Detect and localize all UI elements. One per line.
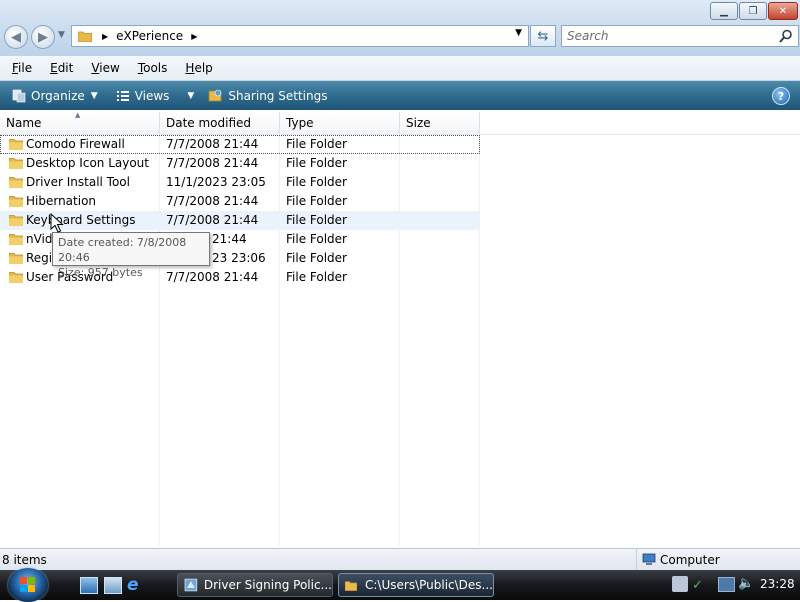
file-tooltip: Date created: 7/8/2008 20:46 Size: 957 b… xyxy=(52,232,210,279)
folder-icon xyxy=(345,580,357,591)
taskbar-task-driver-signing[interactable]: Driver Signing Polic... xyxy=(177,573,333,597)
mouse-cursor-icon xyxy=(50,213,64,233)
address-bar[interactable]: ▶ eXPerience ▶ ▼ xyxy=(71,25,529,47)
menu-file[interactable]: File xyxy=(6,58,38,78)
minimize-button[interactable]: ▁ xyxy=(710,2,738,20)
menu-edit[interactable]: Edit xyxy=(44,58,79,78)
sharing-settings-button[interactable]: Sharing Settings xyxy=(206,85,329,107)
search-icon[interactable] xyxy=(779,29,793,43)
folder-icon xyxy=(9,253,23,264)
organize-icon xyxy=(12,89,26,102)
address-dropdown-icon[interactable]: ▼ xyxy=(515,28,522,38)
command-bar: Organize ▼ Views ▼ Sharing Settings ? xyxy=(0,81,800,110)
file-row-keyboard-settings[interactable]: Keyboard Settings 7/7/2008 21:44 File Fo… xyxy=(0,211,480,230)
maximize-button[interactable]: ❐ xyxy=(739,2,767,20)
chevron-down-icon: ▼ xyxy=(187,90,195,101)
folder-icon xyxy=(9,177,23,188)
tooltip-size: Size: 957 bytes xyxy=(58,266,143,279)
clock[interactable]: 23:28 xyxy=(760,577,795,591)
zone-label: Computer xyxy=(660,553,720,567)
folder-icon xyxy=(9,234,23,245)
title-bar: ▁ ❐ ✕ ◀ ▶ ▼ ▶ eXPerience ▶ ▼ ⇆ xyxy=(0,0,800,56)
organize-button[interactable]: Organize ▼ xyxy=(10,85,100,107)
menu-help[interactable]: Help xyxy=(179,58,218,78)
maximize-icon: ❐ xyxy=(748,5,758,17)
chevron-down-icon: ▼ xyxy=(90,90,98,101)
folder-icon xyxy=(78,31,92,42)
menu-tools[interactable]: Tools xyxy=(132,58,174,78)
windows-logo-icon xyxy=(20,577,35,592)
breadcrumb-experience[interactable]: eXPerience xyxy=(116,29,183,43)
sort-ascending-icon: ▲ xyxy=(75,111,81,119)
breadcrumb-separator-icon[interactable]: ▶ xyxy=(102,32,108,41)
tooltip-date-created: Date created: 7/8/2008 20:46 xyxy=(58,236,187,264)
recent-pages-dropdown[interactable]: ▼ xyxy=(58,30,65,40)
chevron-down-icon: ▼ xyxy=(58,30,65,40)
help-icon[interactable]: ? xyxy=(772,87,790,105)
column-header-date-modified[interactable]: Date modified xyxy=(160,112,280,134)
taskbar-task-explorer[interactable]: C:\Users\Public\Des... xyxy=(338,573,494,597)
views-icon xyxy=(116,90,129,101)
minimize-icon: ▁ xyxy=(720,5,728,17)
internet-explorer-icon[interactable]: e xyxy=(127,575,139,595)
file-row-hibernation[interactable]: Hibernation 7/7/2008 21:44 File Folder xyxy=(0,192,480,211)
network-icon[interactable] xyxy=(718,577,735,592)
file-row-comodo-firewall[interactable]: Comodo Firewall 7/7/2008 21:44 File Fold… xyxy=(0,135,480,154)
breadcrumb-separator-icon[interactable]: ▶ xyxy=(191,32,197,41)
folder-icon xyxy=(9,196,23,207)
file-row-driver-install-tool[interactable]: Driver Install Tool 11/1/2023 23:05 File… xyxy=(0,173,480,192)
column-header-size[interactable]: Size xyxy=(400,112,480,134)
views-button[interactable]: Views ▼ xyxy=(114,85,197,107)
switch-windows-icon[interactable] xyxy=(104,577,122,594)
column-header-name[interactable]: Name ▲ xyxy=(0,111,160,134)
back-button[interactable]: ◀ xyxy=(4,25,28,49)
close-button[interactable]: ✕ xyxy=(768,2,798,20)
computer-icon xyxy=(642,553,656,565)
search-input[interactable] xyxy=(562,28,774,44)
close-icon: ✕ xyxy=(778,5,788,17)
sharing-icon xyxy=(208,89,222,102)
back-arrow-icon: ◀ xyxy=(11,29,21,45)
show-desktop-icon[interactable] xyxy=(80,577,98,594)
status-divider xyxy=(636,549,637,571)
folder-icon xyxy=(9,272,23,283)
folder-icon xyxy=(9,158,23,169)
column-header-type[interactable]: Type xyxy=(280,112,400,134)
column-headers: Name ▲ Date modified Type Size xyxy=(0,111,800,135)
forward-arrow-icon: ▶ xyxy=(38,29,48,45)
refresh-button[interactable]: ⇆ xyxy=(530,25,556,47)
search-box xyxy=(561,25,799,47)
file-row-desktop-icon-layout[interactable]: Desktop Icon Layout 7/7/2008 21:44 File … xyxy=(0,154,480,173)
folder-icon xyxy=(9,215,23,226)
item-count: 8 items xyxy=(2,553,47,567)
tray-shield-icon[interactable] xyxy=(672,576,688,592)
driver-signing-icon xyxy=(184,578,198,592)
tray-check-icon[interactable]: ✓ xyxy=(692,578,703,593)
status-bar: 8 items Computer xyxy=(0,548,800,571)
volume-muted-icon[interactable]: 🔈 xyxy=(738,576,754,591)
folder-icon xyxy=(9,139,23,150)
forward-button[interactable]: ▶ xyxy=(31,25,55,49)
taskbar: e Driver Signing Polic... C:\Users\Publi… xyxy=(0,568,800,602)
refresh-icon: ⇆ xyxy=(537,28,549,44)
menu-view[interactable]: View xyxy=(85,58,125,78)
menu-bar: File Edit View Tools Help xyxy=(0,56,800,81)
start-button[interactable] xyxy=(8,568,48,602)
